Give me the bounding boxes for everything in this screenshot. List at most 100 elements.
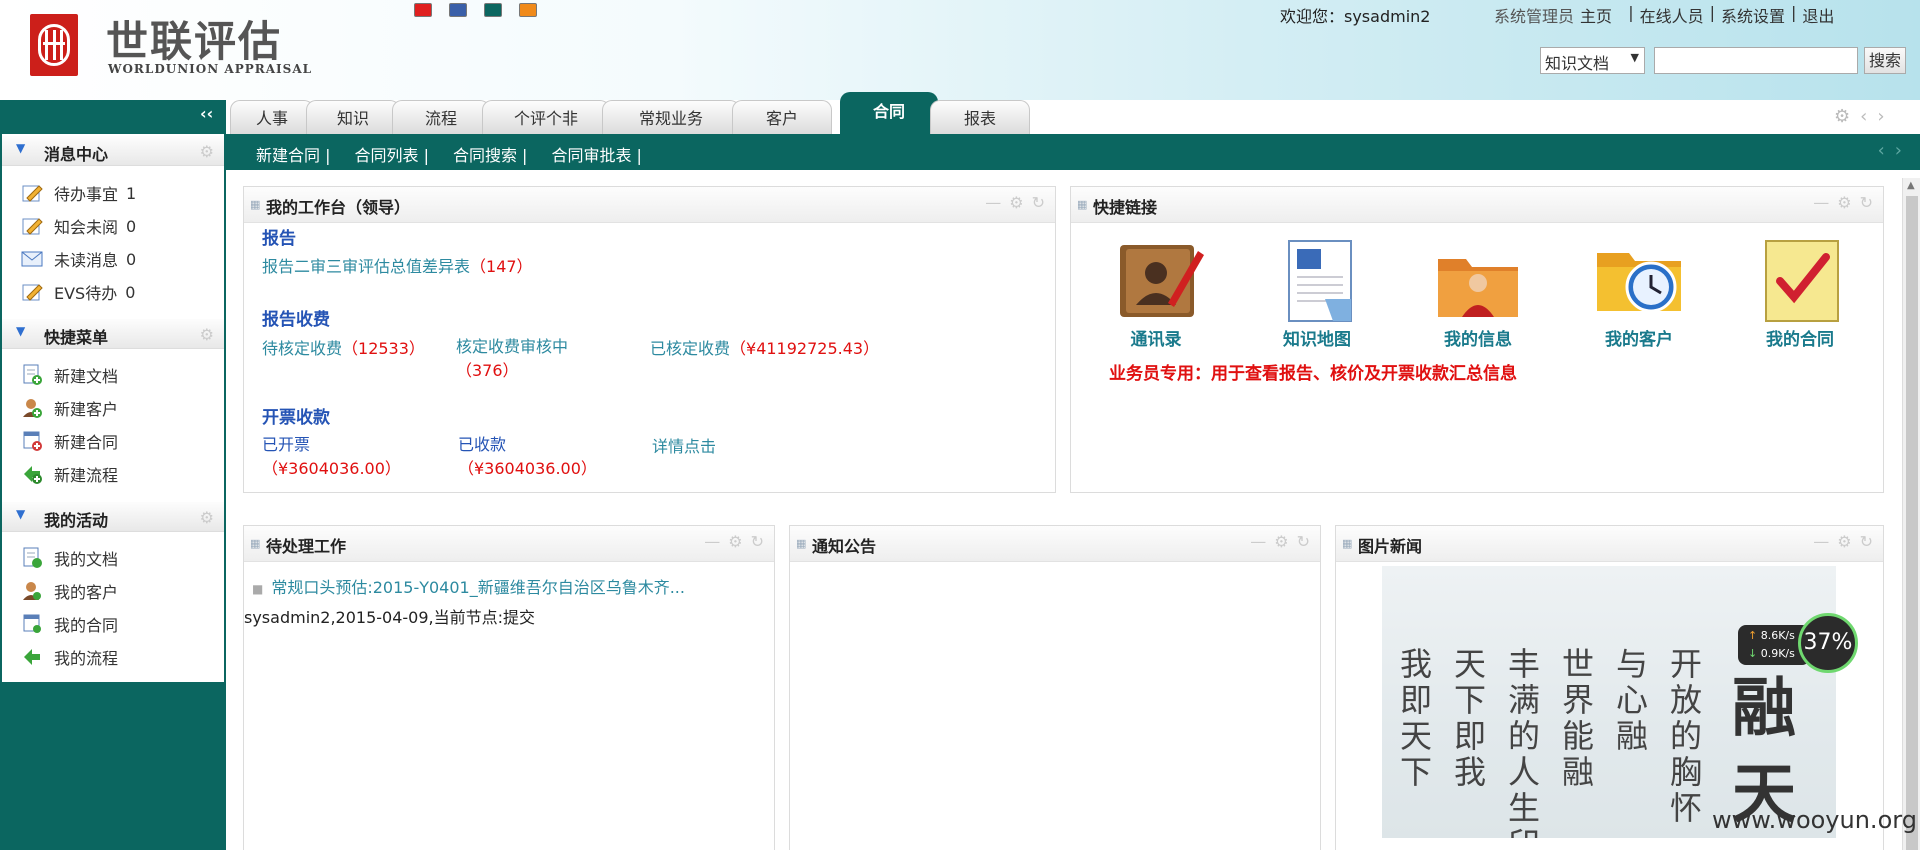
home-link[interactable]: 主页 — [1580, 3, 1612, 27]
sidebar-item-unread-messages[interactable]: 未读消息 0 — [20, 246, 136, 272]
drag-handle-icon[interactable]: ▦ — [1342, 537, 1352, 550]
refresh-icon[interactable]: ↻ — [751, 532, 764, 551]
search-input[interactable] — [1654, 47, 1858, 74]
gear-icon[interactable]: ⚙ — [1837, 193, 1851, 212]
search-button[interactable]: 搜索 — [1864, 47, 1906, 74]
gear-icon[interactable]: ⚙ — [1009, 193, 1023, 212]
document-icon — [20, 547, 44, 569]
report-diff-link[interactable]: 报告二审三审评估总值差异表（147） — [262, 253, 533, 277]
new-contract-link[interactable]: 新建合同 | — [256, 142, 330, 166]
tab-regular-business[interactable]: 常规业务 — [602, 100, 740, 134]
quicklink-my-info[interactable]: 我的信息 — [1423, 237, 1533, 350]
refresh-icon[interactable]: ↻ — [1032, 193, 1045, 212]
bullet-icon: ■ — [252, 582, 264, 596]
portlet-header[interactable]: ▦ 图片新闻 — ⚙ ↻ — [1336, 526, 1883, 562]
sidebar-item-todo[interactable]: 待办事宜 1 — [20, 180, 136, 206]
report-section-title: 报告 — [262, 229, 296, 249]
refresh-icon[interactable]: ↻ — [1860, 193, 1873, 212]
minimize-icon[interactable]: — — [1813, 532, 1829, 551]
message-center-header[interactable]: ▼ 消息中心 ⚙ — [2, 136, 224, 166]
tab-knowledge[interactable]: 知识 — [306, 100, 400, 134]
portlet-header[interactable]: ▦ 通知公告 — ⚙ ↻ — [790, 526, 1320, 562]
subnav-prev-icon[interactable]: ‹ — [1878, 140, 1885, 161]
theme-teal-swatch[interactable] — [484, 3, 502, 17]
sidebar-item-new-contract[interactable]: 新建合同 — [20, 428, 118, 454]
theme-orange-swatch[interactable] — [519, 3, 537, 17]
scrollbar-thumb[interactable] — [1906, 196, 1918, 850]
news-image[interactable]: 我即天下 天下即我 丰满的人生印 世界能融 与心融 开放的胸怀 融天 — [1382, 566, 1836, 838]
network-speed-widget[interactable]: ↑ 8.6K/s ↓ 0.9K/s 37% — [1738, 613, 1858, 673]
nav-next-icon[interactable]: › — [1877, 106, 1884, 127]
my-activity-header[interactable]: ▼ 我的活动 ⚙ — [2, 502, 224, 532]
contract-list-link[interactable]: 合同列表 | — [354, 142, 428, 166]
minimize-icon[interactable]: — — [704, 532, 720, 551]
gear-icon[interactable]: ⚙ — [200, 325, 214, 344]
sidebar-item-my-workflows[interactable]: 我的流程 — [20, 644, 118, 670]
fee-pending-link[interactable]: 待核定收费（12533） — [262, 335, 425, 359]
drag-handle-icon[interactable]: ▦ — [1077, 198, 1087, 211]
tab-customer[interactable]: 客户 — [732, 100, 832, 134]
sidebar-item-evs-todo[interactable]: EVS待办 0 — [20, 279, 135, 305]
portlet-header[interactable]: ▦ 我的工作台（领导） — ⚙ ↻ — [244, 187, 1055, 223]
tab-personal[interactable]: 个评个非 — [482, 100, 610, 134]
portlet-header[interactable]: ▦ 待处理工作 — ⚙ ↻ — [244, 526, 774, 562]
minimize-icon[interactable]: — — [1250, 532, 1266, 551]
dropdown-arrow-icon: ▼ — [1630, 51, 1639, 64]
fee-review-link[interactable]: 核定收费审核中 （376） — [456, 335, 606, 383]
settings-link[interactable]: 系统设置 — [1721, 3, 1785, 27]
nav-prev-icon[interactable]: ‹ — [1860, 106, 1867, 127]
contract-search-link[interactable]: 合同搜索 | — [453, 142, 527, 166]
gear-icon[interactable]: ⚙ — [200, 142, 214, 161]
gear-icon[interactable]: ⚙ — [728, 532, 742, 551]
gear-icon[interactable]: ⚙ — [1837, 532, 1851, 551]
sidebar-item-new-customer[interactable]: 新建客户 — [20, 395, 118, 421]
quicklink-address-book[interactable]: 通讯录 — [1101, 237, 1211, 350]
quicklink-my-contracts[interactable]: 我的合同 — [1745, 237, 1855, 350]
gear-icon[interactable]: ⚙ — [200, 508, 214, 527]
tab-report[interactable]: 报表 — [930, 100, 1030, 134]
quicklink-my-customers[interactable]: 我的客户 — [1584, 237, 1694, 350]
sidebar-item-notify-unread[interactable]: 知会未阅 0 — [20, 213, 136, 239]
collapse-sidebar-icon[interactable]: ‹‹ — [200, 104, 213, 123]
theme-blue-swatch[interactable] — [449, 3, 467, 17]
logo-subtitle: WORLDUNION APPRAISAL — [108, 62, 313, 76]
received-link[interactable]: 已收款 （¥3604036.00） — [458, 433, 597, 481]
fee-done-link[interactable]: 已核定收费（¥41192725.43） — [650, 335, 879, 359]
subnav-next-icon[interactable]: › — [1895, 140, 1902, 161]
tab-hr[interactable]: 人事 — [230, 100, 314, 134]
logout-link[interactable]: 退出 — [1802, 3, 1834, 27]
portlet-header[interactable]: ▦ 快捷链接 — ⚙ ↻ — [1071, 187, 1883, 223]
quick-menu-header[interactable]: ▼ 快捷菜单 ⚙ — [2, 319, 224, 349]
online-users-link[interactable]: 在线人员 — [1640, 3, 1704, 27]
sidebar-item-new-workflow[interactable]: 新建流程 — [20, 461, 118, 487]
cpu-percent-gauge: 37% — [1798, 613, 1858, 673]
checklist-icon — [1765, 240, 1839, 322]
page-scrollbar[interactable]: ▲ — [1902, 178, 1920, 850]
quicklink-knowledge-map[interactable]: 知识地图 — [1262, 237, 1372, 350]
drag-handle-icon[interactable]: ▦ — [796, 537, 806, 550]
details-link[interactable]: 详情点击 — [652, 433, 716, 457]
refresh-icon[interactable]: ↻ — [1297, 532, 1310, 551]
tab-contract[interactable]: 合同 — [840, 92, 938, 134]
drag-handle-icon[interactable]: ▦ — [250, 198, 260, 211]
tab-workflow[interactable]: 流程 — [392, 100, 490, 134]
scroll-up-icon[interactable]: ▲ — [1907, 180, 1915, 191]
new-workflow-icon — [20, 463, 44, 485]
list-item[interactable]: ■ 常规口头预估:2015-Y0401_新疆维吾尔自治区乌鲁木齐... — [252, 574, 685, 598]
drag-handle-icon[interactable]: ▦ — [250, 537, 260, 550]
sidebar-item-my-customers[interactable]: 我的客户 — [20, 578, 118, 604]
minimize-icon[interactable]: — — [985, 193, 1001, 212]
sidebar-item-new-document[interactable]: 新建文档 — [20, 362, 118, 388]
gear-icon[interactable]: ⚙ — [1274, 532, 1288, 551]
new-contract-icon — [20, 430, 44, 452]
refresh-icon[interactable]: ↻ — [1860, 532, 1873, 551]
minimize-icon[interactable]: — — [1813, 193, 1829, 212]
contract-approval-link[interactable]: 合同审批表 | — [551, 142, 641, 166]
nav-tools: ⚙ ‹ › — [1834, 106, 1885, 127]
sidebar-item-my-documents[interactable]: 我的文档 — [20, 545, 118, 571]
settings-gear-icon[interactable]: ⚙ — [1834, 106, 1850, 127]
theme-red-swatch[interactable] — [414, 3, 432, 17]
search-scope-select[interactable]: 知识文档 ▼ — [1540, 47, 1645, 74]
invoiced-link[interactable]: 已开票 （¥3604036.00） — [262, 433, 401, 481]
sidebar-item-my-contracts[interactable]: 我的合同 — [20, 611, 118, 637]
